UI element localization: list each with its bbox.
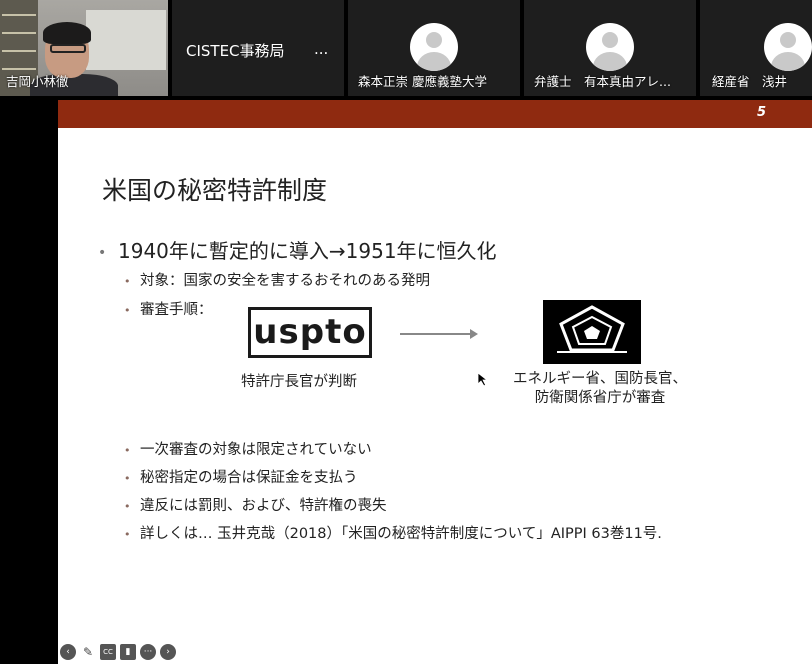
participant-name: CISTEC事務局 [186,42,285,60]
bullet-sub-text: 審査手順： [140,302,213,318]
bullet-sub: • 対象：国家の安全を害するおそれのある発明 [124,269,430,290]
arrow-head-icon [470,329,478,339]
caption-line: 防衛関係省庁が審査 [534,390,666,406]
caption-line: エネルギー省、国防長官、 [513,371,687,387]
bullet-sub-text: 一次審査の対象は限定されていない [140,442,372,458]
video-off-icon[interactable]: ▮ [120,644,136,660]
avatar-placeholder-icon [586,23,634,71]
bullet-main-text: 1940年に暫定的に導入→1951年に恒久化 [118,239,497,263]
bullet-dot-icon: • [124,471,131,485]
person-glasses [50,44,86,53]
participant-name: 吉岡小林徹 [6,74,69,89]
bullet-sub-text: 秘密指定の場合は保証金を支払う [140,470,358,486]
bullet-dot-icon: • [124,274,131,288]
pen-icon[interactable]: ✎ [80,644,96,660]
mouse-cursor-icon [478,373,488,387]
caption-pentagon: エネルギー省、国防長官、 防衛関係省庁が審査 [500,370,700,408]
bullet-sub: • 詳しくは… 玉井克哉（2018）「米国の秘密特許制度について」AIPPI 63… [124,522,662,543]
caption-uspto: 特許庁長官が判断 [241,374,357,390]
person-hair [43,22,91,44]
bullet-sub: • 一次審査の対象は限定されていない [124,438,372,459]
slide-page-number: 5 [756,105,766,120]
bullet-dot-icon: • [124,303,131,317]
participant-name: 経産省 浅井 [712,74,788,89]
back-icon[interactable]: ‹ [60,644,76,660]
participant-tile-camera[interactable]: 吉岡小林徹 [0,0,168,96]
bullet-sub: • 秘密指定の場合は保証金を支払う [124,466,358,487]
forward-icon[interactable]: › [160,644,176,660]
avatar-placeholder-icon [764,23,812,71]
bullet-dot-icon: • [124,527,131,541]
bullet-sub-text: 詳しくは… 玉井克哉（2018）「米国の秘密特許制度について」AIPPI 63巻… [140,526,662,542]
bullet-sub-text: 対象：国家の安全を害するおそれのある発明 [140,273,430,289]
cc-icon[interactable]: CC [100,644,116,660]
pentagon-logo-icon [543,300,641,364]
participant-tile[interactable]: 経産省 浅井 [700,0,812,96]
bullet-main: • 1940年に暫定的に導入→1951年に恒久化 [98,235,497,264]
participant-tile-host[interactable]: CISTEC事務局 ... [172,0,344,96]
avatar-placeholder-icon [410,23,458,71]
participant-tile[interactable]: 弁護士 有本真由アレ... [524,0,696,96]
bullet-sub: • 審査手順： [124,298,213,319]
uspto-logo: uspto [248,307,372,358]
whiteboard [86,10,166,70]
bullet-sub: • 違反には罰則、および、特許権の喪失 [124,494,387,515]
shared-slide: 5 米国の秘密特許制度 • 1940年に暫定的に導入→1951年に恒久化 • 対象：… [58,100,812,664]
bullet-dot-icon: • [124,443,131,457]
participant-tile[interactable]: 森本正崇 慶應義塾大学 [348,0,520,96]
more-icon[interactable]: ··· [140,644,156,660]
participant-name: 森本正崇 慶應義塾大学 [358,74,487,89]
participant-strip: 吉岡小林徹 CISTEC事務局 ... 森本正崇 慶應義塾大学 弁護士 有本真由… [0,0,812,97]
bullet-sub-text: 違反には罰則、および、特許権の喪失 [140,498,387,514]
bullet-dot-icon: • [124,499,131,513]
arrow-right-icon [400,333,472,335]
participant-more-indicator: ... [314,40,329,58]
left-margin [0,97,58,664]
participant-name: 弁護士 有本真由アレ... [534,74,671,89]
slide-title: 米国の秘密特許制度 [102,176,328,205]
bullet-dot-icon: • [98,244,107,261]
slide-header-bar: 5 [58,100,812,128]
